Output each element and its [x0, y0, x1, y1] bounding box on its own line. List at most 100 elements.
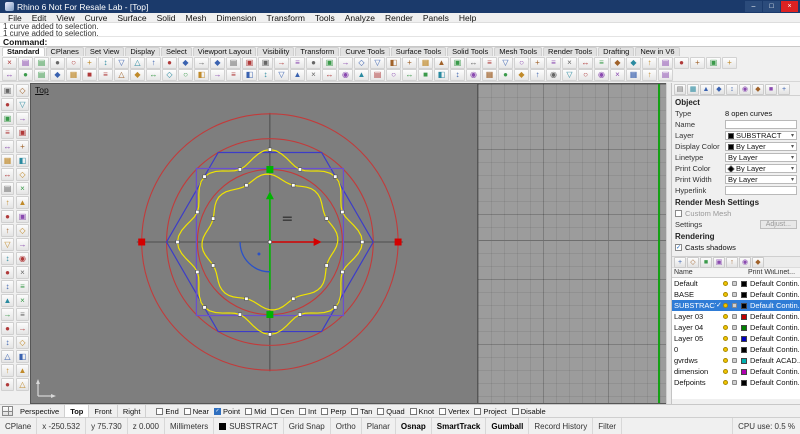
osnap-checkbox-vertex[interactable] — [439, 408, 446, 415]
hyperlink-input[interactable] — [725, 186, 797, 195]
solid-popup-icon[interactable]: ▲ — [1, 294, 14, 307]
toggle-smarttrack[interactable]: SmartTrack — [432, 418, 487, 434]
unlock-icon[interactable]: ≡ — [546, 57, 561, 69]
display-color-dropdown[interactable]: By Layer▾ — [725, 142, 797, 151]
toggle-planar[interactable]: Planar — [362, 418, 396, 434]
copy-icon[interactable]: ▽ — [114, 57, 129, 69]
chamfer-icon[interactable]: ↔ — [466, 57, 481, 69]
toolbar-tab-solid-tools[interactable]: Solid Tools — [447, 47, 493, 56]
toolbar-tab-curve-tools[interactable]: Curve Tools — [340, 47, 389, 56]
layer-row-gvrdws[interactable]: gvrdwsDefaultACAD... — [672, 355, 800, 366]
pan-view-icon[interactable]: ◆ — [626, 57, 641, 69]
menu-transform[interactable]: Transform — [261, 13, 309, 23]
layer-visibility-toggle[interactable] — [723, 358, 732, 363]
mirror-icon[interactable]: ≡ — [1, 126, 14, 139]
toolbar-tab-viewport-layout[interactable]: Viewport Layout — [193, 47, 257, 56]
arc-3pt-icon[interactable]: ↔ — [146, 69, 161, 81]
menu-analyze[interactable]: Analyze — [340, 13, 380, 23]
layer-lock-toggle[interactable] — [732, 292, 741, 297]
toolbar-tab-set-view[interactable]: Set View — [85, 47, 124, 56]
rectangle-popup-icon[interactable]: → — [16, 238, 29, 251]
show-icon[interactable]: ○ — [514, 57, 529, 69]
sun-tab-icon[interactable]: ■ — [765, 84, 777, 95]
menu-help[interactable]: Help — [454, 13, 481, 23]
layer-row-defpoints[interactable]: DefpointsDefaultContin... — [672, 377, 800, 388]
viewport-layout-icon[interactable] — [2, 406, 13, 416]
new-file-icon[interactable]: × — [2, 57, 17, 69]
deform-popup-icon[interactable]: ◧ — [16, 350, 29, 363]
menu-render[interactable]: Render — [380, 13, 418, 23]
layer-lock-toggle[interactable] — [732, 380, 741, 385]
control-point[interactable] — [245, 184, 248, 187]
control-point[interactable] — [341, 210, 344, 213]
zoom-selected-icon[interactable]: ◆ — [610, 57, 625, 69]
analyze-popup-icon[interactable]: ↕ — [1, 336, 14, 349]
curve-popup-icon[interactable]: ↑ — [1, 224, 14, 237]
sweep-1-rail-icon[interactable]: ◧ — [434, 69, 449, 81]
print-width-dropdown[interactable]: By Layer▾ — [725, 175, 797, 184]
named-view-popup-icon[interactable]: ▲ — [16, 364, 29, 377]
paste-icon[interactable]: △ — [130, 57, 145, 69]
trim-icon[interactable]: + — [402, 57, 417, 69]
control-point[interactable] — [211, 217, 214, 220]
interpolate-curve-icon[interactable]: ■ — [82, 69, 97, 81]
delete-layer-icon[interactable]: ■ — [700, 257, 712, 268]
layer-linetype[interactable]: Contin... — [776, 378, 800, 387]
control-point[interactable] — [238, 313, 241, 316]
revolve-popup-icon[interactable]: ↕ — [1, 280, 14, 293]
layer-color-swatch[interactable] — [741, 347, 750, 353]
menu-panels[interactable]: Panels — [418, 13, 454, 23]
layer-visibility-toggle[interactable] — [723, 369, 732, 374]
hide-icon[interactable]: ▽ — [498, 57, 513, 69]
print-icon[interactable]: ● — [50, 57, 65, 69]
transform-popup-icon[interactable]: △ — [1, 350, 14, 363]
layer-color-swatch[interactable] — [741, 292, 750, 298]
cylinder-icon[interactable]: ◉ — [546, 69, 561, 81]
point-popup-icon[interactable]: ≡ — [16, 308, 29, 321]
select-brush-icon[interactable]: ◇ — [16, 84, 29, 97]
control-point[interactable] — [298, 168, 301, 171]
control-point[interactable] — [203, 306, 206, 309]
minimize-button[interactable]: – — [745, 1, 762, 12]
osnap-checkbox-tan[interactable] — [351, 408, 358, 415]
move-icon[interactable]: ▽ — [16, 98, 29, 111]
layer-lock-toggle[interactable] — [732, 314, 741, 319]
x-coordinate-pane[interactable]: x -250.532 — [37, 418, 86, 434]
extend-popup-icon[interactable]: ◧ — [16, 154, 29, 167]
menu-mesh[interactable]: Mesh — [181, 13, 212, 23]
spiral-icon[interactable]: ≡ — [226, 69, 241, 81]
layer-lock-toggle[interactable] — [732, 347, 741, 352]
layer-print-width[interactable]: Default — [750, 279, 776, 288]
fillet-popup-icon[interactable]: ↔ — [1, 168, 14, 181]
helix-icon[interactable]: → — [210, 69, 225, 81]
adjust-button[interactable]: Adjust... — [760, 220, 797, 229]
toolbar-tab-display[interactable]: Display — [125, 47, 160, 56]
name-input[interactable] — [725, 120, 797, 129]
layers-tab-icon[interactable]: ▦ — [687, 84, 699, 95]
extrude-curve-icon[interactable]: ◉ — [466, 69, 481, 81]
drape-icon[interactable]: ● — [498, 69, 513, 81]
control-point[interactable] — [196, 270, 199, 273]
explode-popup-icon[interactable]: × — [16, 182, 29, 195]
control-point[interactable] — [325, 264, 328, 267]
layer-print-width[interactable]: Default — [750, 378, 776, 387]
boolean-intersection-icon[interactable]: ▦ — [626, 69, 641, 81]
toggle-osnap[interactable]: Osnap — [396, 418, 432, 434]
layer-lock-toggle[interactable] — [732, 303, 741, 308]
layer-color-swatch[interactable] — [741, 358, 750, 364]
tube-icon[interactable]: ○ — [578, 69, 593, 81]
viewport-tab-top[interactable]: Top — [65, 405, 89, 417]
surface-3pt-icon[interactable]: ▲ — [354, 69, 369, 81]
toolbar-tab-standard[interactable]: Standard — [2, 47, 45, 56]
layer-visibility-toggle[interactable] — [723, 325, 732, 330]
cut-icon[interactable]: ↕ — [98, 57, 113, 69]
viewport-title[interactable]: Top — [35, 85, 49, 95]
layer-print-width[interactable]: Default — [750, 323, 776, 332]
layer-print-width[interactable]: Default — [750, 334, 776, 343]
menu-curve[interactable]: Curve — [80, 13, 113, 23]
boolean-union-icon[interactable]: ◉ — [594, 69, 609, 81]
osnap-checkbox-knot[interactable] — [410, 408, 417, 415]
surface-popup-icon[interactable]: ◉ — [16, 252, 29, 265]
layer-visibility-toggle[interactable] — [723, 314, 732, 319]
cone-icon[interactable]: ▽ — [562, 69, 577, 81]
